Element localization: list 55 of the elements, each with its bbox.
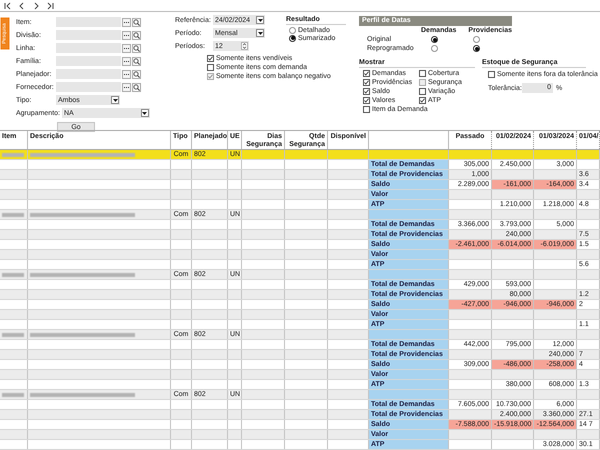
checkbox[interactable] — [207, 54, 214, 62]
browse-button[interactable] — [122, 30, 131, 40]
checkbox[interactable] — [488, 70, 495, 78]
input-field[interactable] — [56, 56, 121, 66]
browse-button[interactable] — [122, 44, 131, 52]
input-field[interactable] — [56, 43, 121, 53]
search-button[interactable] — [132, 44, 141, 52]
browse-button[interactable] — [122, 82, 131, 92]
checkbox[interactable] — [363, 78, 370, 86]
input-field[interactable] — [56, 69, 121, 79]
checkbox[interactable] — [207, 64, 214, 70]
search-icon — [133, 84, 140, 90]
search-icon — [133, 58, 140, 64]
first-page-icon[interactable] — [4, 2, 12, 10]
blurred-text — [2, 272, 24, 276]
search-button[interactable] — [132, 30, 141, 40]
checkbox[interactable] — [363, 88, 370, 94]
input-field[interactable] — [56, 82, 121, 92]
dropdown-caret-icon — [258, 32, 262, 34]
search-icon — [133, 44, 140, 52]
radio-button[interactable] — [431, 36, 438, 43]
search-icon — [133, 70, 140, 78]
radio-button[interactable] — [431, 45, 438, 52]
browse-button[interactable] — [122, 70, 131, 78]
checkbox[interactable] — [419, 70, 426, 76]
checkbox[interactable] — [419, 96, 426, 104]
browse-button[interactable] — [122, 56, 131, 66]
input-field[interactable] — [56, 30, 121, 40]
radio-button[interactable] — [473, 36, 480, 43]
blurred-text — [2, 392, 24, 396]
radio-button[interactable] — [473, 45, 480, 52]
search-icon — [133, 18, 140, 26]
search-button[interactable] — [132, 82, 141, 92]
blurred-text — [2, 212, 24, 216]
next-icon[interactable] — [32, 2, 40, 10]
radio-button[interactable] — [289, 34, 296, 42]
search-icon — [133, 32, 140, 38]
dropdown-caret-icon — [258, 18, 262, 22]
dropdown-caret-icon — [112, 98, 118, 102]
search-button[interactable] — [132, 18, 141, 26]
checkbox[interactable] — [363, 96, 370, 104]
blurred-text — [2, 332, 24, 336]
radio-button[interactable] — [289, 26, 296, 34]
input-field[interactable] — [56, 17, 121, 27]
checkbox[interactable] — [419, 88, 426, 94]
search-button[interactable] — [132, 70, 141, 78]
spinner-arrows-icon — [241, 42, 248, 50]
previous-icon[interactable] — [18, 2, 26, 10]
search-button[interactable] — [132, 56, 141, 66]
blurred-text — [2, 152, 24, 156]
checkbox[interactable] — [363, 106, 370, 112]
dropdown-caret-icon — [142, 112, 148, 114]
browse-button[interactable] — [122, 18, 131, 26]
last-page-icon[interactable] — [46, 2, 54, 10]
checkbox[interactable] — [363, 70, 370, 76]
